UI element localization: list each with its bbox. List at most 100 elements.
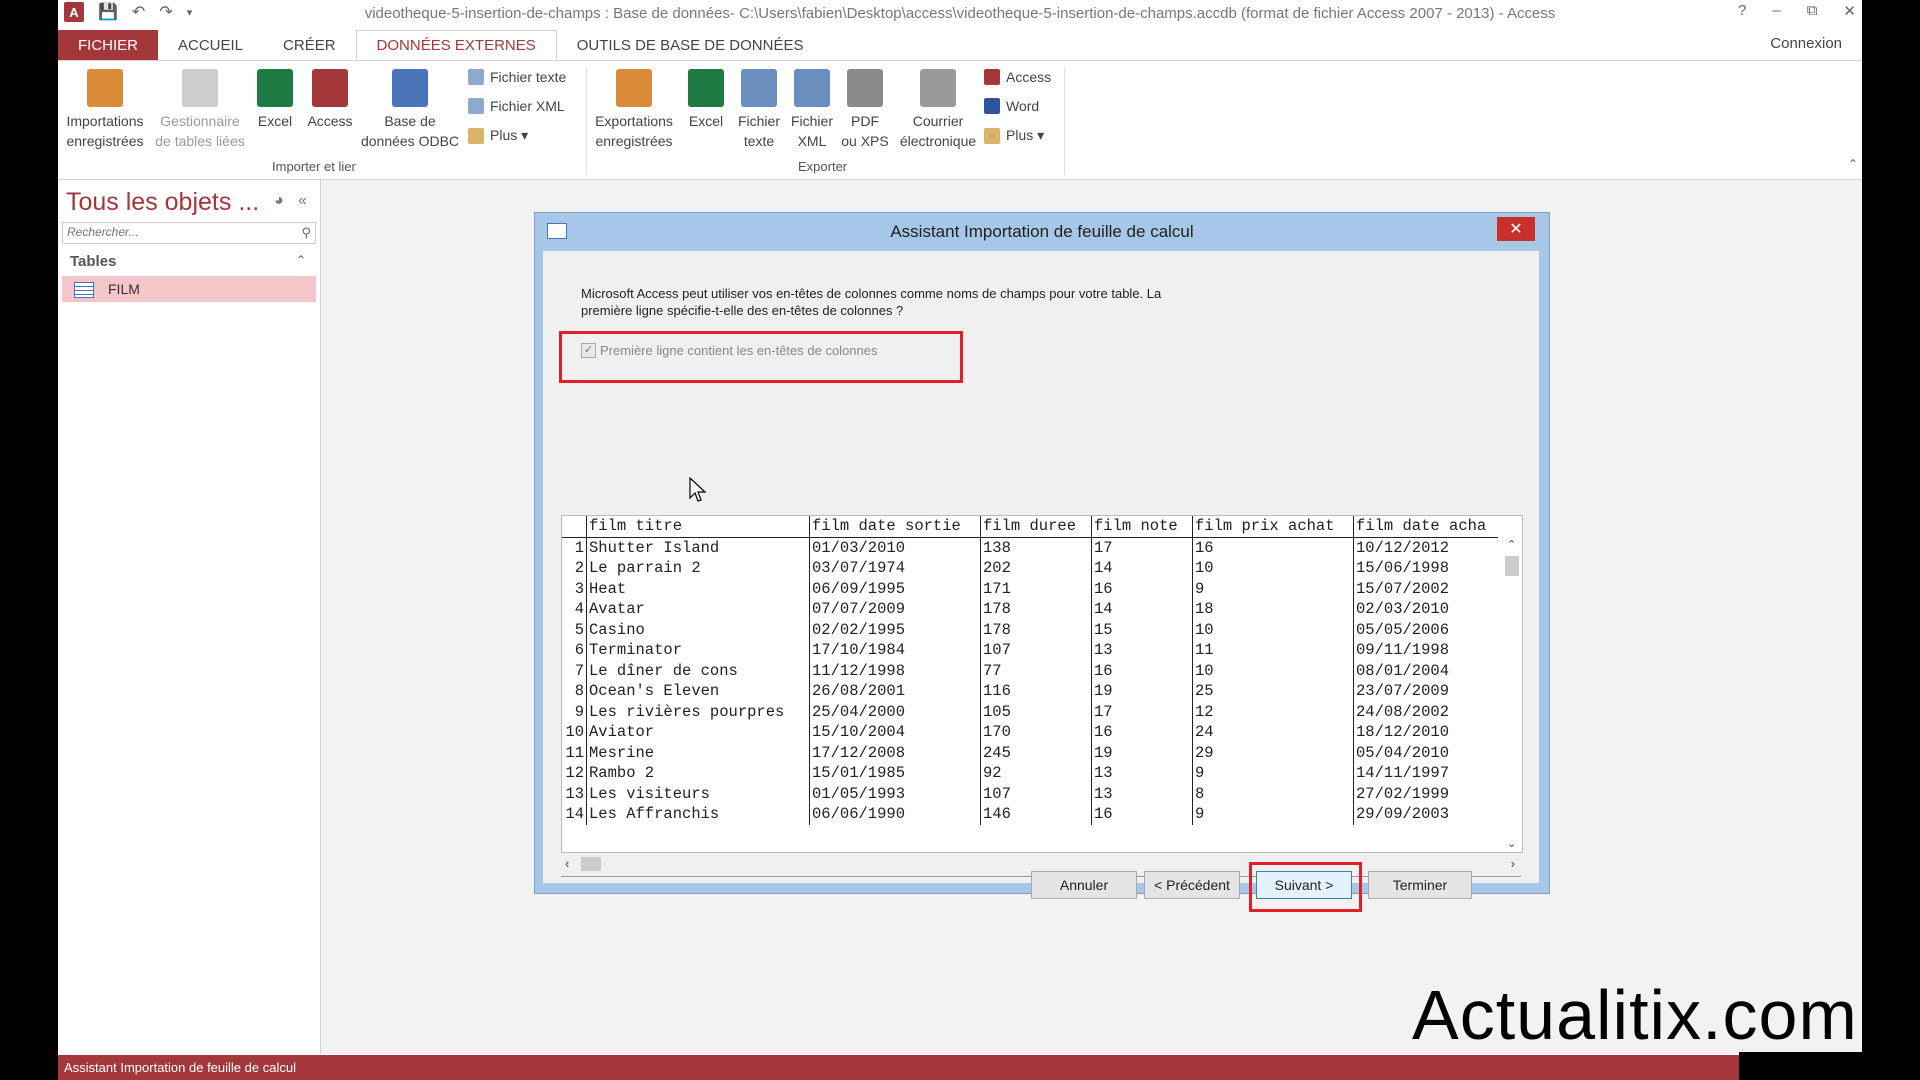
nav-menu-dropdown-icon[interactable]: ◕ — [274, 192, 284, 210]
export-access-button[interactable]: Access — [984, 69, 1051, 85]
import-access-button[interactable]: Access — [302, 61, 358, 131]
preview-data-row: 6 Terminator 17/10/1984 107 13 11 09/11/1998 — [562, 640, 1498, 661]
cancel-button[interactable]: Annuler — [1031, 871, 1137, 899]
navigation-pane: Tous les objets ... ◕ « ⚲ Tables ⌃ FILM — [58, 180, 321, 1054]
scroll-right-icon[interactable]: › — [1511, 856, 1515, 871]
nav-item-film[interactable]: FILM — [62, 276, 316, 302]
export-group-label: Exporter — [798, 159, 848, 174]
title-bar: A 💾 ↶ ↷ ▾ videotheque-5-insertion-de-cha… — [58, 0, 1862, 28]
preview-cell: 8 — [1192, 783, 1354, 804]
import-text-file-button[interactable]: Fichier texte — [468, 69, 566, 85]
preview-cell: 14/11/1997 — [1356, 764, 1450, 783]
preview-cell: Terminator — [586, 640, 810, 661]
import-xml-file-button[interactable]: Fichier XML — [468, 98, 565, 114]
minimize-button[interactable]: – — [1772, 2, 1780, 20]
dialog-body: Microsoft Access peut utiliser vos en-tê… — [543, 251, 1539, 912]
export-xml-file-button[interactable]: Fichier XML — [785, 61, 839, 151]
export-word-button[interactable]: Word — [984, 98, 1039, 114]
access-icon — [312, 69, 348, 107]
dialog-close-button[interactable]: ✕ — [1497, 217, 1535, 241]
export-text-file-button[interactable]: Fichier texte — [732, 61, 786, 151]
window-controls: ? – ⧉ ✕ — [1738, 2, 1856, 20]
preview-cell: 29 — [1192, 742, 1354, 763]
nav-search-input[interactable] — [63, 223, 291, 241]
preview-cell: 23/07/2009 — [1356, 682, 1450, 701]
preview-cell: 9 — [1192, 804, 1354, 825]
sign-in-link[interactable]: Connexion — [1770, 35, 1842, 52]
column-header[interactable]: film prix achat — [1192, 516, 1354, 538]
tab-outils-base-de-donnees[interactable]: OUTILS DE BASE DE DONNÉES — [557, 30, 824, 60]
preview-cell: 01/03/2010 — [809, 537, 981, 558]
preview-cell: 16 — [1091, 804, 1193, 825]
tab-fichier[interactable]: FICHIER — [58, 30, 158, 60]
odbc-database-button[interactable]: Base de données ODBC — [356, 61, 464, 151]
linked-table-manager-icon — [182, 69, 218, 107]
preview-cell: 146 — [980, 804, 1092, 825]
vertical-scrollbar[interactable]: ⌃ ⌄ — [1502, 536, 1522, 852]
preview-cell: 15 — [1091, 619, 1193, 640]
import-excel-button[interactable]: Excel — [250, 61, 300, 131]
close-window-button[interactable]: ✕ — [1843, 2, 1856, 20]
access-icon — [984, 69, 1000, 85]
previous-button[interactable]: < Précédent — [1144, 871, 1240, 899]
preview-cell: 08/01/2004 — [1356, 661, 1450, 680]
preview-cell: 06/06/1990 — [809, 804, 981, 825]
preview-cell: 01/05/1993 — [809, 783, 981, 804]
preview-cell: 245 — [980, 742, 1092, 763]
finish-button[interactable]: Terminer — [1368, 871, 1472, 899]
preview-cell: 116 — [980, 681, 1092, 702]
column-header[interactable]: film date sortie — [809, 516, 981, 538]
preview-cell: 15/01/1985 — [809, 763, 981, 784]
column-header[interactable]: film titre — [586, 516, 810, 538]
preview-cell: 25/04/2000 — [809, 701, 981, 722]
scroll-left-icon[interactable]: ‹ — [565, 856, 569, 871]
group-separator — [1064, 67, 1065, 175]
scroll-down-icon[interactable]: ⌄ — [1507, 837, 1516, 850]
export-pdf-button[interactable]: PDF ou XPS — [838, 61, 892, 151]
column-header[interactable]: film duree — [980, 516, 1092, 538]
status-text: Assistant Importation de feuille de calc… — [64, 1060, 296, 1075]
scroll-up-icon[interactable]: ⌃ — [1507, 538, 1516, 551]
column-header[interactable]: film note — [1091, 516, 1193, 538]
tab-creer[interactable]: CRÉER — [263, 30, 356, 60]
export-more-button[interactable]: Plus ▾ — [984, 127, 1044, 144]
preview-cell: Les rivières pourpres — [586, 701, 810, 722]
column-header[interactable]: film date acha — [1353, 516, 1498, 538]
preview-cell: 202 — [980, 558, 1092, 579]
saved-imports-icon — [87, 69, 123, 107]
saved-exports-button[interactable]: Exportations enregistrées — [588, 61, 680, 151]
tab-donnees-externes[interactable]: DONNÉES EXTERNES — [355, 30, 557, 60]
export-excel-button[interactable]: Excel — [680, 61, 732, 131]
preview-cell: 17 — [1091, 537, 1193, 558]
help-button[interactable]: ? — [1738, 2, 1746, 20]
collapse-ribbon-icon[interactable]: ⌃ — [1848, 157, 1858, 171]
import-more-button[interactable]: Plus ▾ — [468, 127, 528, 144]
group-separator — [586, 67, 587, 175]
preview-cell: 16 — [1091, 578, 1193, 599]
nav-pane-title[interactable]: Tous les objets ... — [66, 188, 259, 217]
preview-cell: 05/04/2010 — [1356, 743, 1450, 762]
linked-table-manager-button[interactable]: Gestionnaire de tables liées — [150, 61, 250, 151]
scroll-thumb[interactable] — [1505, 556, 1519, 576]
preview-cell: 06/09/1995 — [809, 578, 981, 599]
preview-cell: 14 — [1091, 558, 1193, 579]
excel-icon — [257, 69, 293, 107]
preview-data-row: 10 Aviator 15/10/2004 170 16 24 18/12/2010 — [562, 722, 1498, 743]
export-email-button[interactable]: Courrier électronique — [892, 61, 984, 151]
row-number-cell: 4 — [562, 599, 587, 620]
preview-cell: Les visiteurs — [586, 783, 810, 804]
nav-group-tables[interactable]: Tables ⌃ — [62, 250, 314, 274]
tab-accueil[interactable]: ACCUEIL — [158, 30, 263, 60]
preview-cell: 16 — [1192, 537, 1354, 558]
preview-cell: 10 — [1192, 558, 1354, 579]
search-icon[interactable]: ⚲ — [301, 225, 311, 241]
preview-cell: Les Affranchis — [586, 804, 810, 825]
more-icon — [468, 127, 484, 144]
preview-cell: Ocean's Eleven — [586, 681, 810, 702]
preview-data-row: 7 Le dîner de cons 11/12/1998 77 16 10 08/01/2… — [562, 660, 1498, 681]
scroll-thumb[interactable] — [581, 857, 601, 871]
restore-button[interactable]: ⧉ — [1807, 2, 1818, 20]
row-number-cell: 2 — [562, 558, 587, 579]
collapse-nav-pane-icon[interactable]: « — [298, 192, 307, 210]
saved-imports-button[interactable]: Importations enregistrées — [60, 61, 150, 151]
